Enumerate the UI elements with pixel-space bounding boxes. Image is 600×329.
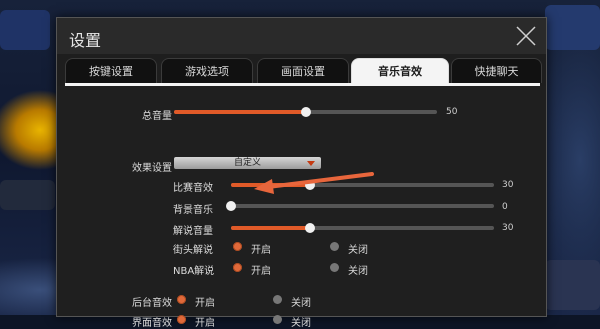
radio-off-label: 关闭 <box>348 266 368 277</box>
tab-key-settings[interactable]: 按键设置 <box>65 58 157 83</box>
close-icon[interactable] <box>514 24 538 48</box>
slider-knob[interactable] <box>300 107 311 117</box>
match-sfx-label: 比赛音效 <box>173 183 213 194</box>
nba-commentary-label: NBA解说 <box>173 266 215 277</box>
radio-on-label: 开启 <box>195 318 215 329</box>
effects-preset-dropdown[interactable]: 自定义 <box>174 157 321 169</box>
tab-music-sound[interactable]: 音乐音效 <box>351 58 449 83</box>
radio-on-label: 开启 <box>251 245 271 256</box>
nba-commentary-on-radio[interactable] <box>233 263 242 272</box>
dialog-title: 设置 <box>69 31 102 50</box>
dropdown-value: 自定义 <box>233 158 261 168</box>
radio-off-label: 关闭 <box>348 245 368 256</box>
tab-quick-chat[interactable]: 快捷聊天 <box>451 58 542 83</box>
match-sfx-value: 30 <box>502 180 514 190</box>
commentary-volume-value: 30 <box>502 223 514 233</box>
street-commentary-on-radio[interactable] <box>233 242 242 251</box>
background-sfx-off-radio[interactable] <box>273 295 282 304</box>
title-bar: 设置 <box>57 18 546 54</box>
match-sfx-slider[interactable] <box>231 180 494 190</box>
slider-fill <box>231 183 310 187</box>
sound-settings-panel: 总音量 50 效果设置 自定义 比赛音效 30 背景音乐 0 解说音量 30 街… <box>57 86 546 329</box>
radio-off-label: 关闭 <box>291 318 311 329</box>
slider-knob[interactable] <box>226 201 236 211</box>
ui-sfx-off-radio[interactable] <box>273 315 282 324</box>
tab-label: 画面设置 <box>281 65 325 78</box>
effects-settings-label: 效果设置 <box>132 163 172 174</box>
commentary-volume-label: 解说音量 <box>173 226 213 237</box>
tab-label: 按键设置 <box>89 65 133 78</box>
tab-bar: 按键设置 游戏选项 画面设置 音乐音效 快捷聊天 <box>65 58 542 84</box>
tab-label: 音乐音效 <box>378 65 422 78</box>
slider-fill <box>231 226 310 230</box>
bgm-label: 背景音乐 <box>173 205 213 216</box>
master-volume-slider[interactable] <box>174 107 437 117</box>
background-sfx-on-radio[interactable] <box>177 295 186 304</box>
master-volume-value: 50 <box>446 107 458 117</box>
settings-dialog: 设置 按键设置 游戏选项 画面设置 音乐音效 快捷聊天 总音量 50 效果设置 … <box>56 17 547 329</box>
nba-commentary-off-radio[interactable] <box>330 263 339 272</box>
radio-on-label: 开启 <box>251 266 271 277</box>
bgm-value: 0 <box>502 202 508 212</box>
street-commentary-off-radio[interactable] <box>330 242 339 251</box>
tab-display-settings[interactable]: 画面设置 <box>257 58 349 83</box>
bgm-slider[interactable] <box>226 201 494 211</box>
ui-sfx-on-radio[interactable] <box>177 315 186 324</box>
commentary-volume-slider[interactable] <box>231 223 494 233</box>
ui-sfx-label: 界面音效 <box>132 318 172 329</box>
chevron-down-icon <box>307 161 315 166</box>
slider-fill <box>174 110 306 114</box>
radio-off-label: 关闭 <box>291 298 311 309</box>
background-sfx-label: 后台音效 <box>132 298 172 309</box>
radio-on-label: 开启 <box>195 298 215 309</box>
slider-knob[interactable] <box>304 180 315 190</box>
street-commentary-label: 街头解说 <box>173 245 213 256</box>
tab-game-options[interactable]: 游戏选项 <box>161 58 253 83</box>
master-volume-label: 总音量 <box>142 111 172 122</box>
slider-knob[interactable] <box>304 223 315 233</box>
tab-label: 游戏选项 <box>185 65 229 78</box>
tab-label: 快捷聊天 <box>474 65 519 78</box>
